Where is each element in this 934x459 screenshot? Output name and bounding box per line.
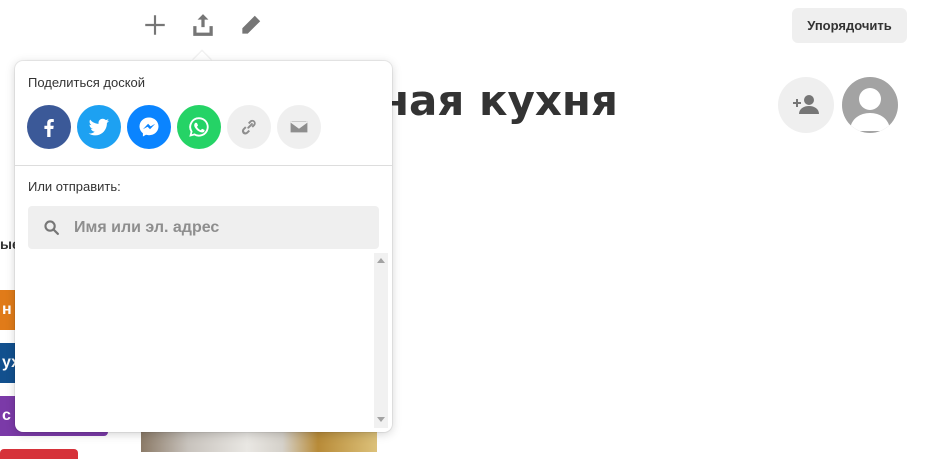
board-title: ная кухня	[380, 76, 618, 125]
avatar[interactable]	[842, 77, 898, 133]
divider	[15, 165, 392, 166]
scroll-down-arrow-icon[interactable]	[377, 417, 385, 422]
upload-share-icon	[193, 14, 213, 36]
pin-image[interactable]	[141, 430, 377, 452]
category-chip[interactable]	[0, 449, 78, 459]
share-whatsapp-button[interactable]	[177, 105, 221, 149]
email-icon	[289, 120, 309, 134]
scroll-up-arrow-icon[interactable]	[377, 258, 385, 263]
add-pin-button[interactable]	[140, 10, 170, 40]
social-share-row	[27, 105, 321, 149]
sort-button[interactable]: Упорядочить	[792, 8, 907, 43]
whatsapp-icon	[189, 117, 209, 137]
copy-link-button[interactable]	[227, 105, 271, 149]
send-label: Или отправить:	[28, 179, 121, 194]
person-icon	[850, 88, 890, 131]
link-icon	[241, 119, 256, 135]
recipient-search-input[interactable]	[72, 217, 366, 238]
share-messenger-button[interactable]	[127, 105, 171, 149]
share-popover-title: Поделиться доской	[28, 75, 146, 90]
twitter-icon	[88, 118, 109, 136]
share-popover: Поделиться доской Или отправить:	[15, 61, 392, 432]
plus-icon	[145, 15, 165, 35]
category-chip[interactable]: ух	[0, 343, 20, 383]
scrollbar[interactable]	[374, 253, 388, 428]
share-twitter-button[interactable]	[77, 105, 121, 149]
share-board-button[interactable]	[188, 10, 218, 40]
add-person-icon	[793, 95, 819, 114]
share-email-button[interactable]	[277, 105, 321, 149]
recipient-search[interactable]	[28, 206, 379, 249]
edit-board-button[interactable]	[236, 10, 266, 40]
category-chip[interactable]: н	[0, 290, 16, 330]
messenger-icon	[139, 117, 159, 137]
pencil-icon	[242, 15, 261, 34]
chip-label: с	[2, 407, 11, 424]
search-icon	[44, 220, 60, 236]
add-collaborator-button[interactable]	[778, 77, 834, 133]
facebook-icon	[44, 119, 54, 137]
share-facebook-button[interactable]	[27, 105, 71, 149]
chip-label: н	[2, 301, 12, 318]
